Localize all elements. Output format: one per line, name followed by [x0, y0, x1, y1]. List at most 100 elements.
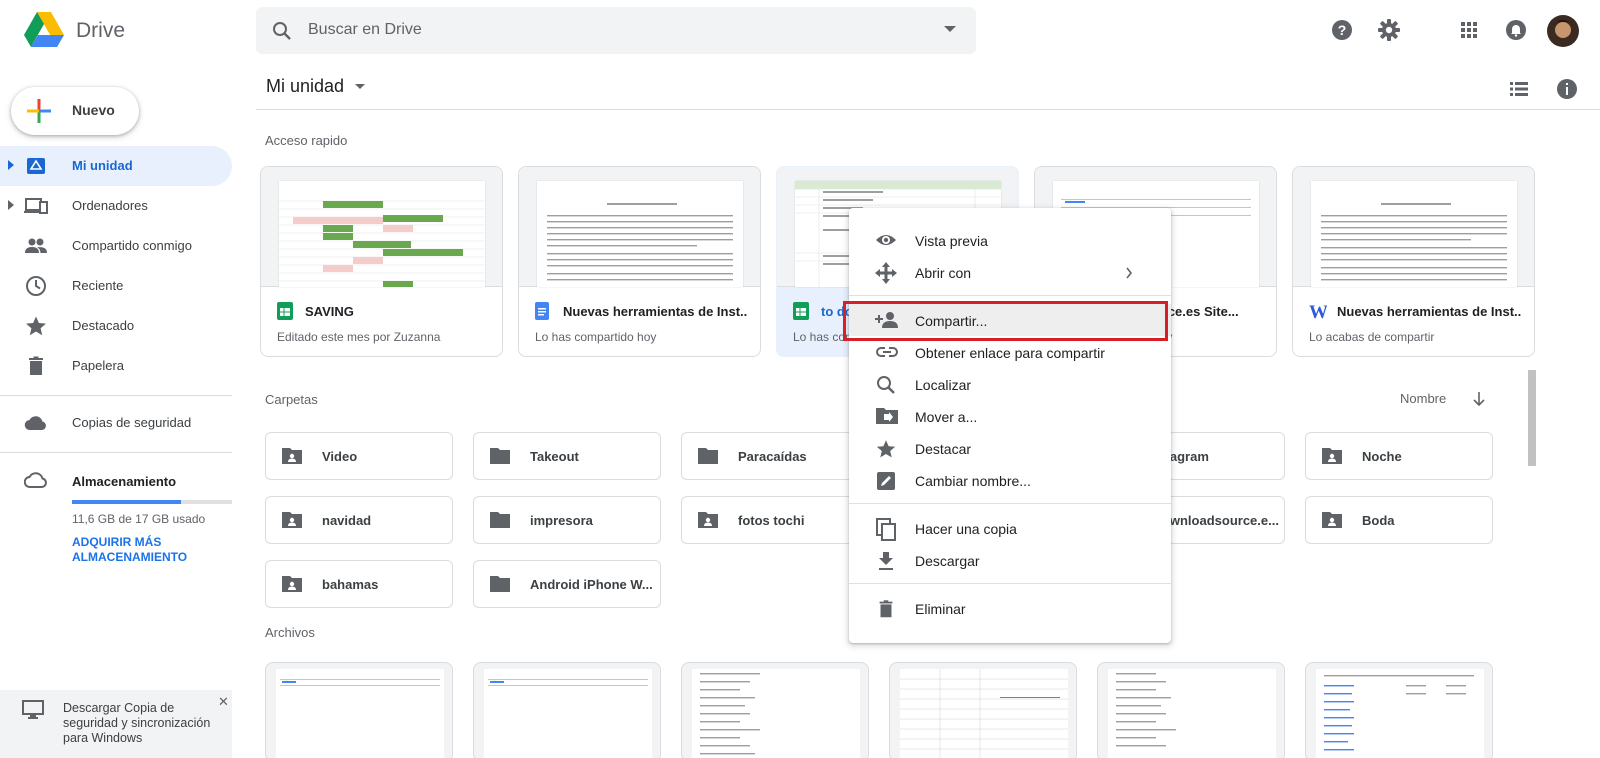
quick-access-card[interactable]: Nuevas herramientas de Inst... Lo has co…	[518, 166, 761, 357]
expand-caret-icon[interactable]	[8, 200, 14, 210]
folder-tile[interactable]: Takeout	[473, 432, 661, 480]
sidebar-item-starred[interactable]: Destacado	[0, 306, 232, 346]
quick-access-title: Acceso rapido	[265, 133, 348, 148]
download-backup-banner[interactable]: Descargar Copia de seguridad y sincroniz…	[0, 690, 232, 758]
list-view-icon[interactable]	[1508, 78, 1530, 100]
menu-item-preview[interactable]: Vista previa	[849, 224, 1171, 256]
folder-tile[interactable]: Boda	[1305, 496, 1493, 544]
new-button-label: Nuevo	[72, 102, 115, 118]
shared-folder-icon	[282, 511, 302, 529]
notifications-bell-icon[interactable]	[1504, 18, 1528, 42]
expand-caret-icon[interactable]	[8, 160, 14, 170]
menu-item-locate[interactable]: Localizar	[849, 368, 1171, 400]
folder-tile[interactable]: fotos tochi	[681, 496, 869, 544]
trash-icon	[875, 598, 897, 620]
search-input[interactable]	[308, 15, 908, 45]
menu-item-rename[interactable]: Cambiar nombre...	[849, 464, 1171, 496]
monitor-icon	[22, 700, 44, 720]
buy-more-storage-link[interactable]: ADQUIRIR MÁS ALMACENAMIENTO	[72, 535, 222, 565]
drive-logo-icon[interactable]	[24, 12, 64, 48]
folder-move-icon	[875, 406, 899, 426]
quick-access-card[interactable]: SAVING Editado este mes por Zuzanna	[260, 166, 503, 357]
menu-item-move-to[interactable]: Mover a...	[849, 400, 1171, 432]
info-icon[interactable]	[1555, 77, 1579, 101]
sidebar-divider	[0, 452, 232, 453]
file-thumbnail	[692, 669, 860, 758]
folder-name: Paracaídas	[738, 449, 807, 464]
account-avatar[interactable]	[1547, 15, 1579, 47]
star-icon	[875, 438, 897, 460]
quick-access-subtitle: Editado este mes por Zuzanna	[277, 330, 441, 344]
app-name[interactable]: Drive	[76, 19, 125, 43]
storage-progress-fill	[72, 500, 181, 504]
folder-name: fotos tochi	[738, 513, 805, 528]
chevron-down-icon[interactable]	[354, 83, 366, 91]
folder-tile[interactable]: Noche	[1305, 432, 1493, 480]
folder-tile[interactable]: bahamas	[265, 560, 453, 608]
folder-tile[interactable]: Android iPhone W...	[473, 560, 661, 608]
document-preview	[1311, 181, 1517, 287]
svg-text:?: ?	[1338, 22, 1347, 38]
menu-item-label: Localizar	[915, 377, 972, 393]
menu-separator	[849, 295, 1171, 296]
sort-by-name-label[interactable]: Nombre	[1400, 391, 1446, 406]
folder-tile[interactable]: navidad	[265, 496, 453, 544]
folder-name: Boda	[1362, 513, 1395, 528]
sidebar-item-label: Ordenadores	[72, 198, 148, 213]
quick-access-subtitle: Lo acabas de compartir	[1309, 330, 1435, 344]
folders-title: Carpetas	[265, 392, 318, 407]
file-card[interactable]	[473, 662, 661, 758]
sidebar-item-backups[interactable]: Copias de seguridad	[0, 403, 232, 443]
file-card[interactable]	[265, 662, 453, 758]
folder-name: Video	[322, 449, 358, 464]
colorful-plus-icon	[27, 99, 51, 123]
menu-item-star[interactable]: Destacar	[849, 432, 1171, 464]
drive-icon	[24, 154, 48, 178]
menu-item-get-link[interactable]: Obtener enlace para compartir	[849, 336, 1171, 368]
settings-gear-icon[interactable]	[1377, 18, 1401, 42]
sidebar-item-recent[interactable]: Reciente	[0, 266, 232, 306]
arrow-down-icon[interactable]	[1472, 391, 1486, 407]
search-icon[interactable]	[270, 19, 294, 43]
storage-label[interactable]: Almacenamiento	[72, 474, 176, 489]
file-card[interactable]	[889, 662, 1077, 758]
main-header-divider	[256, 109, 1600, 110]
folder-icon	[490, 511, 510, 529]
menu-separator	[849, 503, 1171, 504]
folder-tile[interactable]: Video	[265, 432, 453, 480]
folder-tile[interactable]: impresora	[473, 496, 661, 544]
folder-name: bahamas	[322, 577, 379, 592]
menu-item-make-copy[interactable]: Hacer una copia	[849, 512, 1171, 544]
apps-grid-icon[interactable]	[1457, 18, 1481, 42]
new-button[interactable]: Nuevo	[11, 87, 139, 135]
sidebar-item-my-drive[interactable]: Mi unidad	[0, 146, 232, 186]
file-thumbnail	[1316, 669, 1484, 758]
sidebar-item-label: Reciente	[72, 278, 124, 293]
menu-item-open-with[interactable]: Abrir con	[849, 256, 1171, 288]
help-icon[interactable]: ?	[1330, 18, 1354, 42]
sidebar-item-computers[interactable]: Ordenadores	[0, 186, 232, 226]
folder-name: Android iPhone W...	[530, 577, 653, 592]
menu-item-download[interactable]: Descargar	[849, 544, 1171, 576]
page-title[interactable]: Mi unidad	[266, 76, 344, 97]
file-card[interactable]	[681, 662, 869, 758]
sidebar-item-shared-with-me[interactable]: Compartido conmigo	[0, 226, 232, 266]
sheets-icon	[793, 302, 809, 320]
search-bar[interactable]	[256, 7, 976, 54]
file-card[interactable]	[1097, 662, 1285, 758]
sidebar-item-trash[interactable]: Papelera	[0, 346, 232, 386]
star-icon	[24, 314, 48, 338]
move-arrows-icon	[875, 262, 897, 284]
menu-item-delete[interactable]: Eliminar	[849, 592, 1171, 624]
quick-access-card[interactable]: W Nuevas herramientas de Inst... Lo acab…	[1292, 166, 1535, 357]
scrollbar-thumb[interactable]	[1528, 370, 1536, 466]
search-options-dropdown-icon[interactable]	[944, 26, 956, 34]
folder-tile[interactable]: Paracaídas	[681, 432, 869, 480]
close-icon[interactable]: ✕	[218, 694, 229, 710]
file-card[interactable]	[1305, 662, 1493, 758]
docs-icon	[535, 302, 549, 320]
file-thumbnail	[276, 669, 444, 758]
share-highlight-box	[843, 301, 1168, 341]
sheets-icon	[277, 302, 293, 320]
sidebar-item-label: Destacado	[72, 318, 135, 333]
